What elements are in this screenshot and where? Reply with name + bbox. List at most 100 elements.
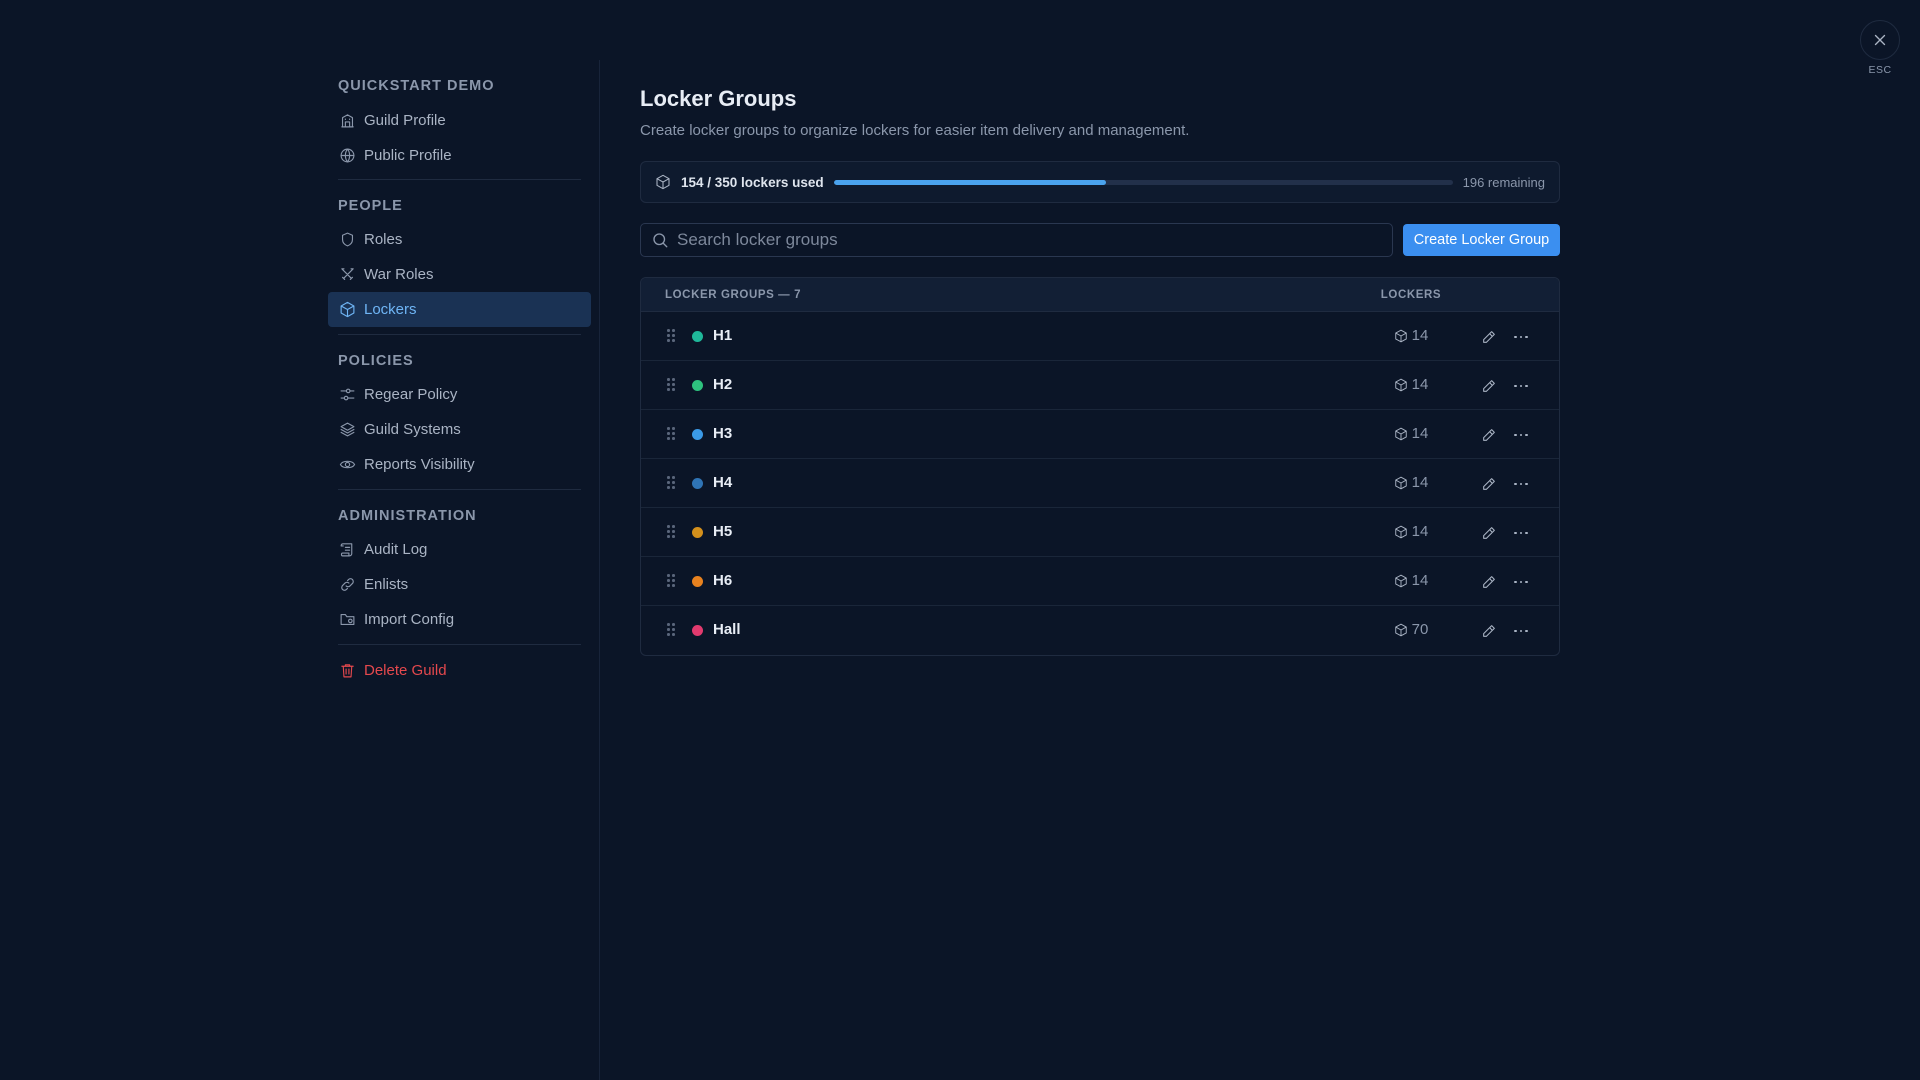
sidebar-item-regear-policy[interactable]: Regear Policy (328, 377, 591, 412)
locker-count-value: 70 (1411, 621, 1429, 638)
edit-button[interactable] (1479, 474, 1499, 494)
edit-button[interactable] (1479, 621, 1499, 641)
delete-guild-button[interactable]: Delete Guild (328, 653, 591, 688)
sliders-icon (338, 386, 356, 404)
pencil-icon (1483, 331, 1495, 343)
sidebar-item-guild-systems[interactable]: Guild Systems (328, 412, 591, 447)
column-header-lockers: LOCKERS (1380, 289, 1442, 301)
globe-icon (338, 147, 356, 165)
table-row[interactable]: H3 14 (641, 410, 1559, 459)
page-description: Create locker groups to organize lockers… (640, 122, 1190, 139)
settings-sidebar: QUICKSTART DEMO Guild Profile Public Profi… (328, 60, 600, 1080)
table-row[interactable]: H4 14 (641, 459, 1559, 508)
pencil-icon (1483, 625, 1495, 637)
sidebar-item-import-config[interactable]: Import Config (328, 602, 591, 637)
locker-count: 14 (1376, 572, 1446, 589)
sidebar-item-label: Guild Systems (364, 421, 461, 438)
create-locker-group-button[interactable]: Create Locker Group (1403, 224, 1560, 256)
drag-handle-icon[interactable] (667, 427, 677, 441)
sidebar-divider (338, 334, 581, 335)
more-options-button[interactable] (1511, 621, 1531, 641)
locker-count-value: 14 (1411, 474, 1429, 491)
shield-icon (338, 231, 356, 249)
locker-count: 14 (1376, 474, 1446, 491)
box-icon (338, 301, 356, 319)
link-icon (338, 576, 356, 594)
sidebar-item-guild-profile[interactable]: Guild Profile (328, 103, 591, 138)
pencil-icon (1483, 576, 1495, 588)
sidebar-item-label: Audit Log (364, 541, 428, 558)
building-icon (338, 112, 356, 130)
more-options-button[interactable] (1511, 572, 1531, 592)
locker-count-value: 14 (1411, 425, 1429, 442)
box-icon (1394, 623, 1407, 636)
more-options-button[interactable] (1511, 327, 1531, 347)
table-header: LOCKER GROUPS — 7 LOCKERS (641, 278, 1559, 312)
drag-handle-icon[interactable] (667, 525, 677, 539)
locker-count: 14 (1376, 523, 1446, 540)
table-row[interactable]: Hall 70 (641, 606, 1559, 655)
crossed-swords-icon (338, 266, 356, 284)
layers-icon (338, 421, 356, 439)
more-options-button[interactable] (1511, 425, 1531, 445)
sidebar-item-reports-visibility[interactable]: Reports Visibility (328, 447, 591, 482)
locker-count: 14 (1376, 425, 1446, 442)
more-options-button[interactable] (1511, 474, 1531, 494)
section-title: QUICKSTART DEMO (338, 78, 495, 94)
search-icon (653, 233, 668, 248)
scroll-icon (338, 541, 356, 559)
sidebar-item-war-roles[interactable]: War Roles (328, 257, 591, 292)
edit-button[interactable] (1479, 572, 1499, 592)
drag-handle-icon[interactable] (667, 574, 677, 588)
esc-label: ESC (1868, 64, 1892, 76)
group-color-dot (692, 625, 703, 636)
edit-button[interactable] (1479, 523, 1499, 543)
sidebar-item-lockers[interactable]: Lockers (328, 292, 591, 327)
locker-usage-bar: 154 / 350 lockers used 196 remaining (640, 161, 1560, 203)
sidebar-item-roles[interactable]: Roles (328, 222, 591, 257)
sidebar-item-audit-log[interactable]: Audit Log (328, 532, 591, 567)
locker-groups-table: LOCKER GROUPS — 7 LOCKERS H1 14 H2 14 H3 14 H4… (640, 277, 1560, 656)
sidebar-item-label: Lockers (364, 301, 417, 318)
locker-count-value: 14 (1411, 327, 1429, 344)
more-options-button[interactable] (1511, 523, 1531, 543)
sidebar-item-public-profile[interactable]: Public Profile (328, 138, 591, 173)
table-row[interactable]: H5 14 (641, 508, 1559, 557)
pencil-icon (1483, 527, 1495, 539)
column-header-name: LOCKER GROUPS — 7 (665, 289, 802, 301)
group-name: Hall (713, 621, 741, 638)
close-icon (1874, 34, 1886, 46)
pencil-icon (1483, 380, 1495, 392)
drag-handle-icon[interactable] (667, 623, 677, 637)
box-icon (1394, 525, 1407, 538)
locker-count-value: 14 (1411, 523, 1429, 540)
trash-icon (338, 662, 356, 680)
section-title: POLICIES (338, 353, 414, 369)
table-row[interactable]: H2 14 (641, 361, 1559, 410)
sidebar-divider (338, 179, 581, 180)
table-row[interactable]: H1 14 (641, 312, 1559, 361)
drag-handle-icon[interactable] (667, 476, 677, 490)
search-box (640, 223, 1393, 257)
edit-button[interactable] (1479, 376, 1499, 396)
drag-handle-icon[interactable] (667, 329, 677, 343)
sidebar-item-enlists[interactable]: Enlists (328, 567, 591, 602)
delete-guild-label: Delete Guild (364, 662, 447, 679)
group-name: H3 (713, 425, 733, 442)
edit-button[interactable] (1479, 327, 1499, 347)
sidebar-item-label: Public Profile (364, 147, 452, 164)
close-button[interactable] (1860, 20, 1900, 60)
usage-progress-fill (833, 179, 1106, 185)
table-row[interactable]: H6 14 (641, 557, 1559, 606)
page-title: Locker Groups (640, 86, 797, 111)
section-title: PEOPLE (338, 198, 403, 214)
more-options-button[interactable] (1511, 376, 1531, 396)
group-name: H5 (713, 523, 733, 540)
group-color-dot (692, 478, 703, 489)
sidebar-item-label: War Roles (364, 266, 434, 283)
usage-progress-track (833, 179, 1453, 185)
drag-handle-icon[interactable] (667, 378, 677, 392)
edit-button[interactable] (1479, 425, 1499, 445)
usage-remaining: 196 remaining (1462, 174, 1545, 190)
search-input[interactable] (677, 230, 1392, 250)
